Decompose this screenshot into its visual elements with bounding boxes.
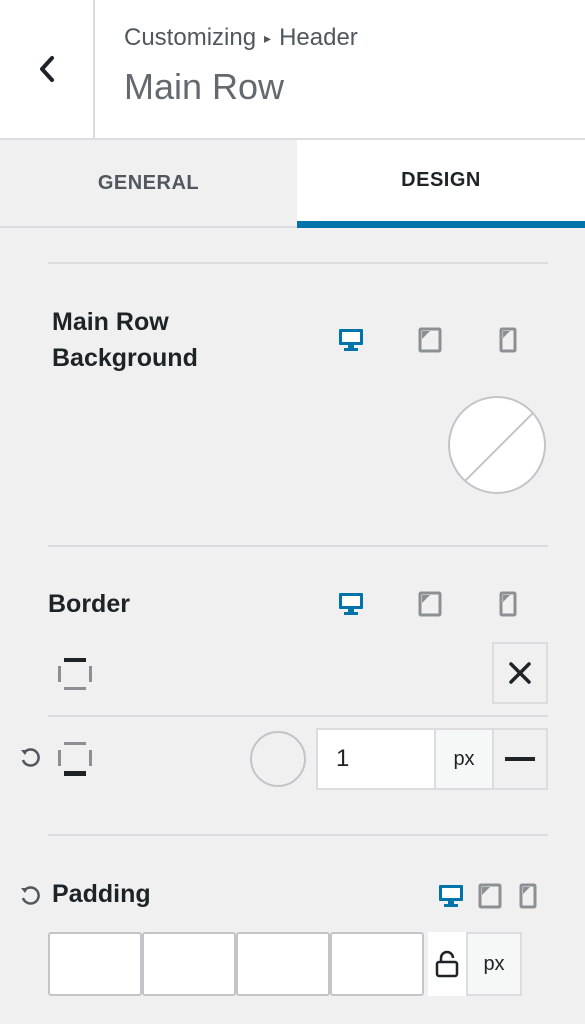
device-tablet-button[interactable] bbox=[476, 882, 504, 910]
device-desktop-button[interactable] bbox=[337, 590, 365, 618]
section-divider bbox=[48, 262, 548, 264]
desktop-icon bbox=[439, 885, 463, 907]
padding-bottom-input[interactable] bbox=[236, 932, 330, 996]
border-width-input[interactable]: 1 bbox=[316, 728, 436, 790]
page-title: Main Row bbox=[124, 66, 285, 107]
padding-label: Padding bbox=[52, 880, 151, 908]
reset-icon bbox=[21, 748, 40, 767]
tablet-icon bbox=[478, 883, 502, 909]
mobile-icon bbox=[519, 883, 537, 909]
desktop-icon bbox=[339, 593, 363, 615]
tablet-icon bbox=[418, 327, 442, 353]
border-all-sides-button[interactable] bbox=[56, 656, 94, 697]
device-tablet-button[interactable] bbox=[416, 326, 444, 354]
close-icon bbox=[509, 662, 531, 684]
device-tablet-button[interactable] bbox=[416, 590, 444, 618]
mobile-icon bbox=[499, 591, 517, 617]
border-style-button[interactable] bbox=[492, 728, 548, 790]
border-sides-icon bbox=[58, 658, 92, 690]
breadcrumb-section: Header bbox=[279, 24, 358, 51]
padding-top-input[interactable] bbox=[48, 932, 142, 996]
device-mobile-button[interactable] bbox=[494, 590, 522, 618]
section-divider bbox=[48, 834, 548, 836]
desktop-icon bbox=[339, 329, 363, 351]
tablet-icon bbox=[418, 591, 442, 617]
border-unit-button[interactable]: px bbox=[434, 728, 494, 790]
back-button[interactable] bbox=[0, 0, 95, 138]
tab-bar: GENERAL DESIGN bbox=[0, 140, 585, 228]
tab-design[interactable]: DESIGN bbox=[297, 140, 585, 228]
customizer-header: Customizing ▸ Header Main Row bbox=[0, 0, 585, 140]
background-label: Main Row Background bbox=[52, 308, 198, 372]
mobile-icon bbox=[499, 327, 517, 353]
device-desktop-button[interactable] bbox=[337, 326, 365, 354]
border-label: Border bbox=[48, 590, 130, 618]
padding-right-input[interactable] bbox=[142, 932, 236, 996]
padding-unit-button[interactable]: px bbox=[466, 932, 522, 996]
border-color-swatch[interactable] bbox=[250, 731, 306, 787]
background-color-picker[interactable] bbox=[448, 396, 546, 494]
padding-left-input[interactable] bbox=[330, 932, 424, 996]
border-bottom-icon bbox=[58, 742, 92, 776]
tab-general[interactable]: GENERAL bbox=[0, 140, 297, 226]
solid-line-icon bbox=[505, 757, 535, 761]
section-divider bbox=[48, 545, 548, 547]
border-bottom-side-button[interactable] bbox=[56, 740, 94, 783]
breadcrumb-root: Customizing bbox=[124, 24, 257, 51]
border-reset-button[interactable] bbox=[18, 746, 42, 770]
row-divider bbox=[48, 715, 548, 717]
device-mobile-button[interactable] bbox=[494, 326, 522, 354]
device-desktop-button[interactable] bbox=[437, 882, 465, 910]
breadcrumb: Customizing ▸ Header bbox=[124, 24, 358, 52]
device-mobile-button[interactable] bbox=[514, 882, 542, 910]
padding-reset-button[interactable] bbox=[18, 884, 42, 908]
padding-link-button[interactable] bbox=[428, 932, 466, 996]
border-clear-button[interactable] bbox=[492, 642, 548, 704]
chevron-left-icon bbox=[39, 56, 54, 82]
unlock-icon bbox=[435, 950, 459, 978]
reset-icon bbox=[21, 886, 40, 905]
breadcrumb-separator: ▸ bbox=[264, 29, 272, 46]
